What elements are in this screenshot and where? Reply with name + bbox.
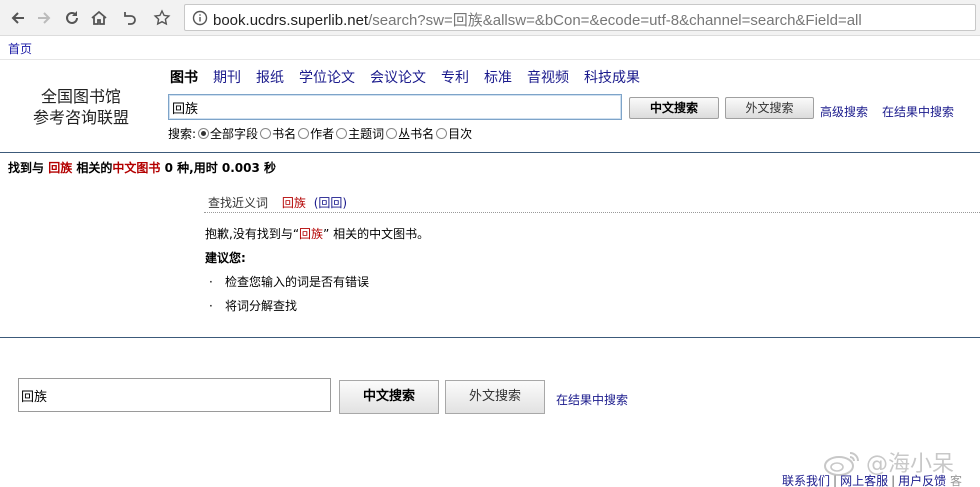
synonym-label: 查找近义词	[208, 196, 269, 210]
foreign-search-button[interactable]: 外文搜索	[725, 97, 814, 119]
search-in-results-link[interactable]: 在结果中搜索	[882, 103, 954, 120]
star-bookmark-icon[interactable]	[150, 6, 174, 30]
radio-icon[interactable]	[298, 128, 310, 139]
result-summary: 找到与 回族 相关的中文图书 0 种,用时 0.003 秒	[8, 161, 277, 175]
dotted-divider	[204, 212, 980, 213]
synonym-suggestions: 查找近义词 回族 (回回)	[208, 194, 347, 211]
radio-icon[interactable]	[260, 128, 272, 139]
tab-conference-papers[interactable]: 会议论文	[370, 67, 426, 87]
home-icon[interactable]	[87, 6, 111, 30]
address-bar[interactable]: book.ucdrs.superlib.net/search?sw=回族&all…	[184, 4, 976, 31]
radio-selected-icon[interactable]	[198, 128, 210, 139]
radio-all-fields[interactable]: 全部字段	[198, 125, 258, 142]
advanced-search-link[interactable]: 高级搜索	[820, 103, 868, 120]
home-link[interactable]: 首页	[8, 40, 32, 57]
tab-sci-tech-results[interactable]: 科技成果	[584, 67, 640, 87]
logo-line-2: 参考咨询联盟	[32, 108, 129, 127]
radio-subject[interactable]: 主题词	[336, 125, 384, 142]
logo-line-1: 全国图书馆	[40, 87, 121, 106]
reload-icon[interactable]	[60, 6, 84, 30]
footer-links: 联系我们 | 网上客服 | 用户反馈 客	[782, 474, 962, 487]
bottom-search-input[interactable]	[18, 378, 331, 412]
tab-books[interactable]: 图书	[170, 67, 198, 87]
tab-audio-video[interactable]: 音视频	[527, 67, 569, 87]
browser-toolbar: book.ucdrs.superlib.net/search?sw=回族&all…	[0, 0, 980, 36]
radio-icon[interactable]	[386, 128, 398, 139]
content-divider	[0, 337, 980, 338]
bottom-chinese-search-button[interactable]: 中文搜索	[339, 380, 439, 414]
summary-keyword: 回族	[48, 161, 73, 175]
tab-theses[interactable]: 学位论文	[299, 67, 355, 87]
info-icon[interactable]	[192, 10, 208, 26]
url-text: book.ucdrs.superlib.net/search?sw=回族&all…	[213, 12, 862, 29]
synonym-alt-link[interactable]: (回回)	[314, 196, 347, 210]
tab-standards[interactable]: 标准	[484, 67, 512, 87]
summary-database: 中文图书	[112, 161, 161, 175]
advice-heading: 建议您:	[205, 251, 246, 265]
bottom-search-in-results-link[interactable]: 在结果中搜索	[556, 391, 628, 408]
footer-online-service-link[interactable]: 网上客服	[840, 474, 888, 487]
radio-series[interactable]: 丛书名	[386, 125, 434, 142]
tab-newspapers[interactable]: 报纸	[256, 67, 284, 87]
site-logo[interactable]: 全国图书馆 参考咨询联盟	[14, 86, 148, 128]
search-input[interactable]	[168, 94, 622, 120]
forward-arrow-icon[interactable]	[32, 6, 56, 30]
chinese-search-button[interactable]: 中文搜索	[629, 97, 719, 119]
no-result-message: 抱歉,没有找到与“回族” 相关的中文图书。	[205, 227, 430, 241]
footer-feedback-link[interactable]: 用户反馈	[898, 474, 946, 487]
radio-icon[interactable]	[336, 128, 348, 139]
radio-icon[interactable]	[436, 128, 448, 139]
radio-contents[interactable]: 目次	[436, 125, 472, 142]
divider	[0, 59, 980, 60]
header-divider	[0, 152, 980, 153]
synonym-keyword[interactable]: 回族	[282, 196, 306, 210]
tab-patents[interactable]: 专利	[441, 67, 469, 87]
tab-journals[interactable]: 期刊	[213, 67, 241, 87]
back-arrow-icon[interactable]	[6, 6, 30, 30]
undo-icon[interactable]	[117, 6, 141, 30]
category-tabs: 图书 期刊 报纸 学位论文 会议论文 专利 标准 音视频 科技成果	[170, 67, 655, 87]
footer-tail: 客	[949, 474, 962, 487]
footer-contact-link[interactable]: 联系我们	[782, 474, 830, 487]
search-field-options: 搜索: 全部字段 书名 作者 主题词 丛书名 目次	[168, 125, 474, 142]
radio-title[interactable]: 书名	[260, 125, 296, 142]
tip-item: · 检查您输入的词是否有错误	[209, 275, 370, 289]
bottom-foreign-search-button[interactable]: 外文搜索	[445, 380, 545, 414]
radio-author[interactable]: 作者	[298, 125, 334, 142]
search-field-label: 搜索:	[168, 127, 197, 141]
tip-item: · 将词分解查找	[209, 299, 298, 313]
